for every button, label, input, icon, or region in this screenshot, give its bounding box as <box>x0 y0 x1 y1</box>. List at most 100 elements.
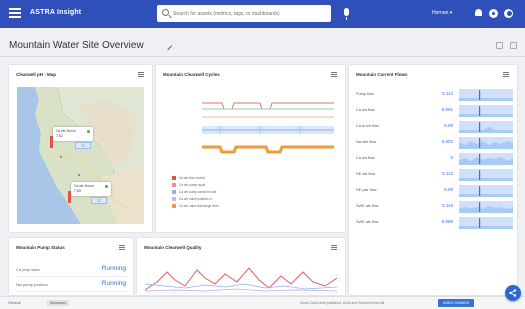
settings-icon[interactable] <box>489 9 498 18</box>
map-pin-popup[interactable]: Ca wtr Mount 7.63 <box>71 182 111 196</box>
card-menu-icon[interactable] <box>138 72 144 77</box>
search-icon <box>162 9 169 16</box>
pin-label: Ca wtr Mount <box>56 129 76 133</box>
flow-row[interactable]: NE pstr flow 5.09 <box>356 185 513 197</box>
legend-label: Ca wtr valve discharge level <box>179 203 219 208</box>
flow-sparkline <box>459 121 513 133</box>
flow-value[interactable]: 5.09 <box>426 187 453 192</box>
flow-row[interactable]: Ca wtr flow 5.091 <box>356 105 513 117</box>
share-icon <box>509 289 517 297</box>
flow-value[interactable]: 5.114 <box>426 91 453 96</box>
map-pin[interactable] <box>50 136 53 148</box>
legend-swatch <box>172 197 176 201</box>
legend-swatch <box>172 190 176 194</box>
search-box[interactable] <box>157 5 331 22</box>
pin-status-dot <box>105 185 108 188</box>
status-bar: General Advanced Some Covid were publish… <box>0 296 525 309</box>
pin-label: Ca wtr Mount <box>74 184 94 188</box>
card-clearwell-cycles: Mountain Clearwell Cycles Ca wtr flow co… <box>156 65 345 232</box>
card-title: Mountain Clearwell Cycles <box>163 72 220 77</box>
legend-label: Ca wtr pump control mode <box>179 189 217 194</box>
undo-change-button[interactable]: UNDO CHANGE <box>438 299 474 307</box>
flow-label: Pump flow <box>356 92 374 96</box>
flow-label: Ca wtr flow <box>356 156 375 160</box>
notifications-icon[interactable] <box>474 9 483 18</box>
cycles-legend: Ca wtr flow control Ca wtr pump cycle Ca… <box>172 175 252 210</box>
legend-item: Ca wtr pump control mode <box>172 189 252 196</box>
flow-row[interactable]: Pump flow 5.114 <box>356 89 513 101</box>
card-title: Mountain Current Flows <box>356 72 408 77</box>
flow-row[interactable]: SWE wtr flow 5.099 <box>356 217 513 229</box>
flow-label: NE pstr flow <box>356 188 377 192</box>
card-current-flows: Mountain Current Flows Pump flow 5.114 Ca … <box>349 65 517 295</box>
app-bar: ASTRA Insight Hernan ▾ <box>0 0 525 28</box>
legend-swatch <box>172 204 176 208</box>
tab-general[interactable]: General <box>8 301 20 305</box>
flow-row[interactable]: Ca wtr flow 0 <box>356 153 513 165</box>
page-title: Mountain Water Site Overview <box>9 40 144 51</box>
flow-value[interactable]: 5.091 <box>426 107 453 112</box>
edit-icon[interactable] <box>163 41 173 51</box>
flow-sparkline <box>459 217 513 229</box>
sparkline-badge: ⌇⌇ <box>91 197 107 204</box>
flow-row[interactable]: SWE wtr flow 5.116 <box>356 201 513 213</box>
cycles-chart <box>202 102 334 159</box>
flow-sparkline <box>459 201 513 213</box>
flow-value[interactable]: 0 <box>426 155 453 160</box>
pin-value: 7.63 <box>74 189 81 193</box>
flow-value[interactable]: 5.099 <box>426 219 453 224</box>
map-pin[interactable] <box>68 191 71 203</box>
card-clearwell-map: Clearwell pH - Map Ca wtr Mount 7.52 ⌇⌇ … <box>9 65 152 232</box>
pump-row: Ca pmp stats Running <box>16 263 126 277</box>
flow-sparkline <box>459 169 513 181</box>
account-icon[interactable] <box>504 9 513 18</box>
map-view[interactable]: Ca wtr Mount 7.52 ⌇⌇ Ca wtr Mount 7.63 ⌇… <box>17 87 144 224</box>
flow-row[interactable]: NE wtr flow 5.112 <box>356 169 513 181</box>
legend-label: Ca wtr pump cycle <box>179 182 206 187</box>
card-menu-icon[interactable] <box>331 72 337 77</box>
legend-item: Ca wtr flow control <box>172 175 252 182</box>
pump-row: Nw pump position Running <box>16 278 126 292</box>
card-menu-icon[interactable] <box>331 245 337 250</box>
fullscreen-icon[interactable] <box>510 42 517 49</box>
flow-sparkline <box>459 153 513 165</box>
flow-sparkline <box>459 89 513 101</box>
flow-row[interactable]: Nw site flow 5.502 <box>356 137 513 149</box>
flow-label: Nw site flow <box>356 140 377 144</box>
card-menu-icon[interactable] <box>503 72 509 77</box>
map-pin-popup[interactable]: Ca wtr Mount 7.52 <box>53 127 93 141</box>
legend-item: Ca wtr valve discharge level <box>172 203 252 210</box>
flow-sparkline <box>459 137 513 149</box>
microphone-icon[interactable] <box>344 8 349 20</box>
pump-label: Nw pump position <box>16 282 48 287</box>
share-fab-button[interactable] <box>505 285 521 301</box>
flow-label: Ca la wtr flow <box>356 124 379 128</box>
card-menu-icon[interactable] <box>119 245 125 250</box>
flow-value[interactable]: 5.112 <box>426 171 453 176</box>
card-pump-status: Mountain Pump Status Ca pmp stats Runnin… <box>9 238 133 295</box>
card-title: Clearwell pH - Map <box>16 72 57 77</box>
tab-advanced[interactable]: Advanced <box>47 300 69 306</box>
flow-row[interactable]: Ca la wtr flow 5.09 <box>356 121 513 133</box>
pin-value: 7.52 <box>56 134 63 138</box>
share-icon[interactable] <box>496 42 503 49</box>
pump-label: Ca pmp stats <box>16 267 40 272</box>
flow-label: Ca wtr flow <box>356 108 375 112</box>
flow-value[interactable]: 5.502 <box>426 139 453 144</box>
user-menu[interactable]: Hernan ▾ <box>432 10 452 16</box>
card-title: Mountain Clearwell Quality <box>144 245 202 250</box>
legend-label: Ca wtr valve position cl <box>179 196 212 201</box>
card-title: Mountain Pump Status <box>16 245 65 250</box>
app-title[interactable]: ASTRA Insight <box>30 9 81 16</box>
pump-status-value[interactable]: Running <box>102 280 126 287</box>
flow-value[interactable]: 5.09 <box>426 123 453 128</box>
search-input[interactable] <box>173 8 323 19</box>
legend-item: Ca wtr valve position cl <box>172 196 252 203</box>
california-map <box>17 87 144 224</box>
flow-label: NE wtr flow <box>356 172 376 176</box>
flow-label: SWE wtr flow <box>356 220 379 224</box>
flow-value[interactable]: 5.116 <box>426 203 453 208</box>
menu-icon[interactable] <box>9 8 21 20</box>
card-clearwell-quality: Mountain Clearwell Quality <box>137 238 345 295</box>
pump-status-value[interactable]: Running <box>102 265 126 272</box>
